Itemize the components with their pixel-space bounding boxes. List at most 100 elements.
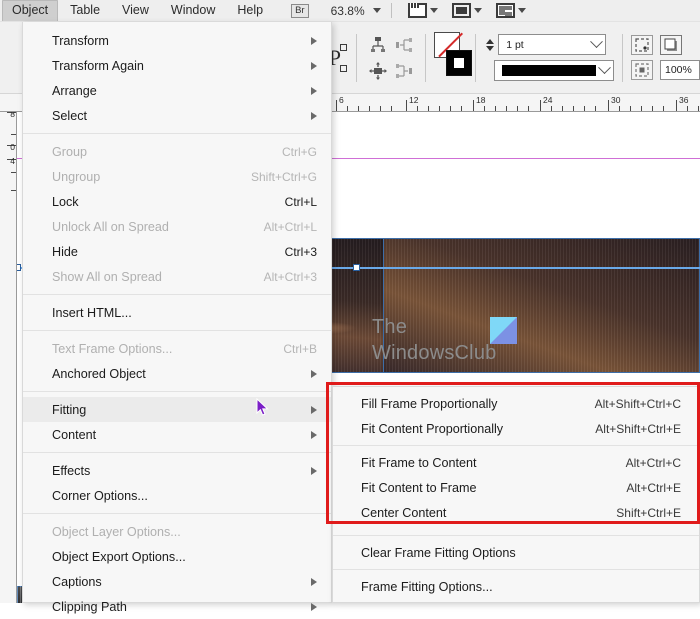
submenu-item-fit-content-to-frame[interactable]: Fit Content to Frame Alt+Ctrl+E (333, 475, 699, 500)
submenu-item-shortcut: Alt+Shift+Ctrl+E (595, 421, 681, 436)
chevron-right-icon (311, 61, 317, 70)
menu-item-select[interactable]: Select (23, 103, 331, 128)
stroke-weight-value: 1 pt (506, 38, 524, 51)
menu-item-label: Effects (52, 463, 91, 478)
menu-item-shortcut: Ctrl+L (284, 194, 317, 209)
menu-separator (23, 513, 331, 514)
menu-item-lock[interactable]: Lock Ctrl+L (23, 189, 331, 214)
selection-handle[interactable] (17, 264, 21, 271)
menu-item-insert-html[interactable]: Insert HTML... (23, 300, 331, 325)
menu-table[interactable]: Table (60, 0, 110, 21)
menu-object[interactable]: Object (2, 0, 59, 21)
menu-item-transform-again[interactable]: Transform Again (23, 53, 331, 78)
arrange-documents-dropdown-icon[interactable] (517, 8, 526, 13)
stroke-weight-stepper[interactable] (484, 38, 496, 52)
menu-item-clipping-path[interactable]: Clipping Path (23, 594, 331, 619)
submenu-item-clear-frame-fitting-options[interactable]: Clear Frame Fitting Options (333, 540, 699, 565)
submenu-item-fit-frame-to-content[interactable]: Fit Frame to Content Alt+Ctrl+C (333, 450, 699, 475)
ruler-label: 4 (10, 156, 15, 166)
menu-item-content[interactable]: Content (23, 422, 331, 447)
bridge-icon[interactable]: Br (291, 3, 309, 18)
menu-item-shortcut: Ctrl+B (283, 341, 317, 356)
menu-window[interactable]: Window (161, 0, 225, 21)
menu-item-shortcut: Shift+Ctrl+G (250, 169, 317, 184)
divider (425, 33, 426, 82)
menu-separator (333, 569, 699, 570)
submenu-item-label: Fit Frame to Content (361, 455, 477, 470)
menu-item-object-layer-options: Object Layer Options... (23, 519, 331, 544)
chevron-right-icon (311, 577, 317, 586)
menu-item-unlock-all-on-spread: Unlock All on Spread Alt+Ctrl+L (23, 214, 331, 239)
divider (475, 33, 477, 82)
ruler-label: 12 (409, 95, 419, 105)
selection-handle[interactable] (353, 264, 360, 271)
menu-item-label: Anchored Object (52, 366, 146, 381)
menu-help[interactable]: Help (227, 0, 273, 21)
menu-item-label: Show All on Spread (52, 269, 162, 284)
menu-item-object-export-options[interactable]: Object Export Options... (23, 544, 331, 569)
application-window: Object Table View Window Help Br 63.8% P… (0, 0, 700, 614)
menu-item-hide[interactable]: Hide Ctrl+3 (23, 239, 331, 264)
menu-item-label: Transform Again (52, 58, 144, 73)
menu-item-transform[interactable]: Transform (23, 28, 331, 53)
menu-item-fitting[interactable]: Fitting (23, 397, 331, 422)
submenu-item-fill-frame-proportionally[interactable]: Fill Frame Proportionally Alt+Shift+Ctrl… (333, 391, 699, 416)
screen-mode-icon[interactable] (407, 3, 427, 18)
align-top-icon[interactable] (365, 32, 391, 58)
menu-view[interactable]: View (112, 0, 159, 21)
menu-item-group: Group Ctrl+G (23, 139, 331, 164)
align-right-icon[interactable] (391, 58, 417, 84)
stroke-weight-dropdown[interactable]: 1 pt (498, 34, 607, 55)
menu-item-label: Corner Options... (52, 488, 148, 503)
fill-swatch[interactable] (445, 49, 472, 76)
zoom-level-value[interactable]: 63.8% (331, 4, 365, 18)
menu-item-captions[interactable]: Captions (23, 569, 331, 594)
ruler-label: 24 (543, 95, 553, 105)
align-left-icon[interactable] (391, 32, 417, 58)
menu-item-label: Content (52, 427, 97, 442)
menu-item-label: Select (52, 108, 88, 123)
align-center-icon[interactable] (365, 58, 391, 84)
chevron-right-icon (311, 430, 317, 439)
fitting-submenu[interactable]: Fill Frame Proportionally Alt+Shift+Ctrl… (332, 386, 700, 603)
watermark-line2: WindowsClub (372, 342, 497, 364)
menu-item-label: Lock (52, 194, 79, 209)
submenu-item-fit-content-proportionally[interactable]: Fit Content Proportionally Alt+Shift+Ctr… (333, 416, 699, 441)
menu-item-show-all-on-spread: Show All on Spread Alt+Ctrl+3 (23, 264, 331, 289)
menu-item-anchored-object[interactable]: Anchored Object (23, 361, 331, 386)
text-wrap-icon[interactable] (631, 60, 653, 80)
chevron-right-icon (311, 86, 317, 95)
menu-item-label: Hide (52, 244, 78, 259)
opacity-field[interactable]: 100% (660, 60, 700, 80)
arrange-documents-icon[interactable] (495, 3, 515, 18)
menu-item-arrange[interactable]: Arrange (23, 78, 331, 103)
stroke-style-dropdown[interactable] (494, 60, 615, 81)
menu-item-text-frame-options: Text Frame Options... Ctrl+B (23, 336, 331, 361)
menu-item-label: Object Export Options... (52, 549, 186, 564)
submenu-item-label: Fill Frame Proportionally (361, 396, 498, 411)
mouse-cursor (256, 397, 270, 418)
object-menu-dropdown[interactable]: Transform Transform Again Arrange Select… (22, 22, 332, 614)
submenu-item-frame-fitting-options[interactable]: Frame Fitting Options... (333, 574, 699, 599)
ruler-label: 36 (679, 95, 689, 105)
menu-separator (23, 452, 331, 453)
chevron-right-icon (311, 466, 317, 475)
view-options-dropdown-icon[interactable] (473, 8, 482, 13)
ruler-label: 8 (10, 112, 15, 119)
menu-separator (333, 535, 699, 536)
submenu-item-label: Clear Frame Fitting Options (361, 545, 516, 560)
effects-icon[interactable] (631, 35, 653, 55)
chevron-right-icon (311, 602, 317, 611)
menu-item-corner-options[interactable]: Corner Options... (23, 483, 331, 508)
submenu-item-center-content[interactable]: Center Content Shift+Ctrl+E (333, 500, 699, 525)
zoom-dropdown-icon[interactable] (372, 8, 381, 13)
menu-item-label: Unlock All on Spread (52, 219, 169, 234)
menu-item-shortcut: Ctrl+3 (284, 244, 317, 259)
vertical-ruler[interactable]: 8 0 4 (0, 112, 17, 603)
menu-item-label: Group (52, 144, 88, 159)
screen-mode-dropdown-icon[interactable] (429, 8, 438, 13)
view-options-icon[interactable] (451, 3, 471, 18)
ruler-label: 0 (10, 142, 15, 152)
menu-item-effects[interactable]: Effects (23, 458, 331, 483)
drop-shadow-icon[interactable] (660, 35, 682, 55)
